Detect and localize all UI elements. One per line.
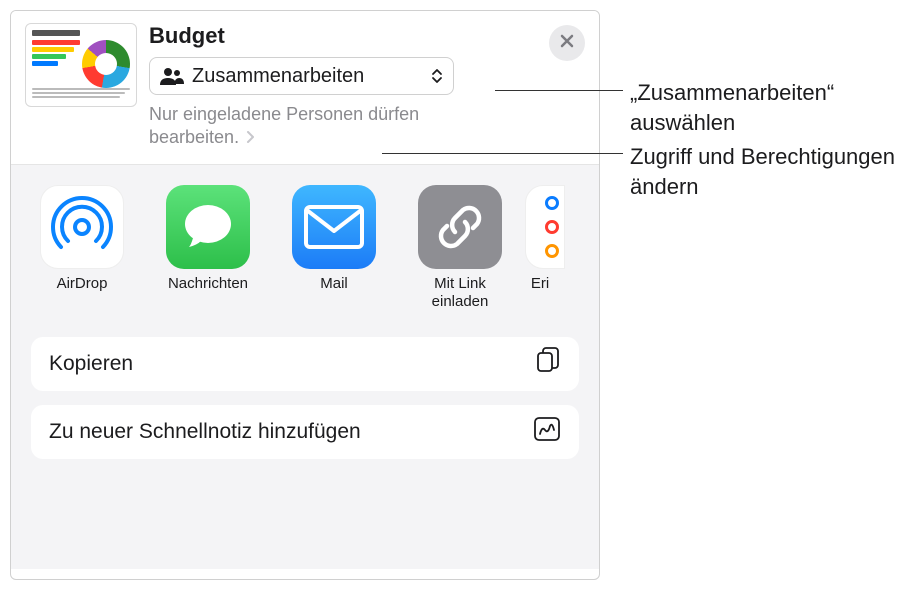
chevron-updown-icon — [431, 68, 443, 84]
share-reminders-label: Eri — [525, 275, 555, 311]
share-airdrop-label: AirDrop — [57, 275, 108, 311]
share-link-label: Mit Link einladen — [409, 275, 511, 311]
share-sheet-panel: Budget Zusammenarbeiten — [10, 10, 600, 580]
document-thumbnail — [25, 23, 137, 107]
airdrop-icon — [40, 185, 124, 269]
reminders-icon — [525, 185, 565, 269]
permission-text: Nur eingeladene Personen dürfen bearbeit… — [149, 104, 419, 147]
document-title: Budget — [149, 23, 545, 49]
share-reminders-partial[interactable]: Eri — [525, 185, 565, 311]
quicknote-action[interactable]: Zu neuer Schnellnotiz hinzufügen — [31, 405, 579, 459]
share-sheet-header: Budget Zusammenarbeiten — [11, 11, 599, 165]
share-messages[interactable]: Nachrichten — [157, 185, 259, 311]
collaboration-mode-dropdown[interactable]: Zusammenarbeiten — [149, 57, 454, 95]
copy-label: Kopieren — [49, 352, 133, 376]
close-icon — [559, 33, 575, 54]
callout-leader-1 — [495, 90, 623, 91]
share-apps-row: AirDrop Nachrichten Mail — [11, 165, 599, 319]
callout-permissions: Zugriff und Berechtigungen ändern — [630, 142, 913, 201]
people-icon — [160, 67, 184, 85]
callout-leader-2 — [382, 153, 623, 154]
share-mail-label: Mail — [320, 275, 348, 311]
quicknote-label: Zu neuer Schnellnotiz hinzufügen — [49, 420, 361, 444]
mail-icon — [292, 185, 376, 269]
callout-collaborate: „Zusammenarbeiten“ auswählen — [630, 78, 913, 137]
messages-icon — [166, 185, 250, 269]
quicknote-icon — [533, 416, 561, 447]
share-link[interactable]: Mit Link einladen — [409, 185, 511, 311]
collaboration-mode-label: Zusammenarbeiten — [192, 65, 431, 88]
share-messages-label: Nachrichten — [168, 275, 248, 311]
copy-action[interactable]: Kopieren — [31, 337, 579, 391]
close-button[interactable] — [549, 25, 585, 61]
chevron-right-icon — [246, 130, 256, 147]
permission-settings-link[interactable]: Nur eingeladene Personen dürfen bearbeit… — [149, 103, 459, 150]
actions-section: Kopieren Zu neuer Schnellnotiz hinzufüge… — [11, 319, 599, 569]
share-mail[interactable]: Mail — [283, 185, 385, 311]
share-airdrop[interactable]: AirDrop — [31, 185, 133, 311]
copy-icon — [535, 347, 561, 380]
link-icon — [418, 185, 502, 269]
